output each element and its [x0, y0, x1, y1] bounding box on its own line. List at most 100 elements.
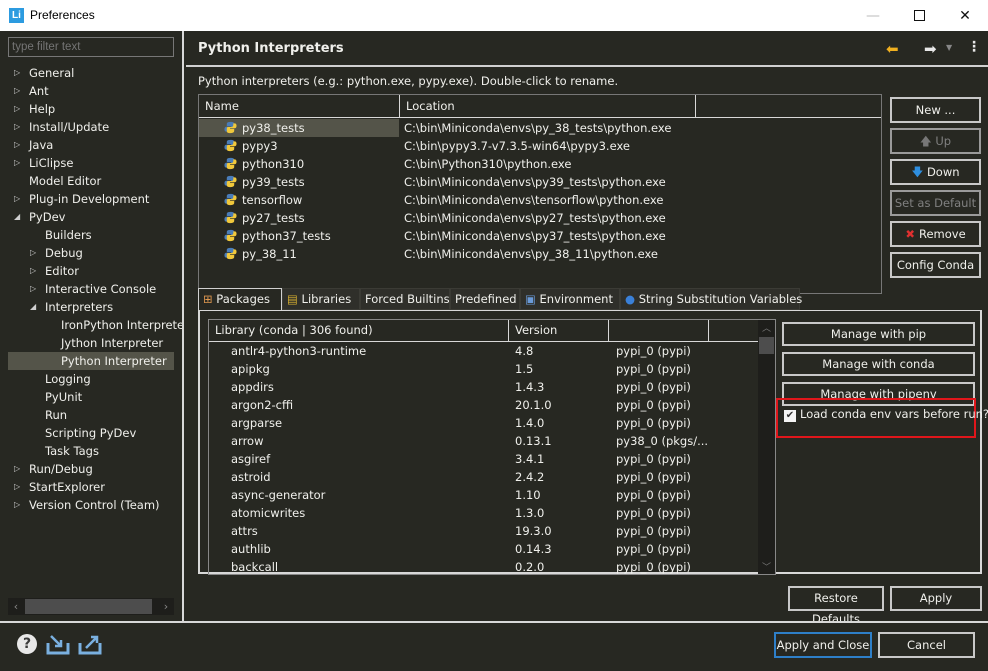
interpreter-row[interactable]: py_38_11 C:\bin\Miniconda\envs\py_38_11\p… [199, 245, 883, 263]
sidebar-item-startexplorer[interactable]: ▷ StartExplorer [0, 478, 182, 496]
maximize-button[interactable] [896, 0, 942, 31]
sidebar-horizontal-scrollbar[interactable]: ‹ › [8, 598, 174, 615]
apply-and-close-button[interactable]: Apply and Close [774, 632, 872, 658]
scrollbar-thumb[interactable] [759, 337, 774, 354]
new-interpreter-button[interactable]: New ... [890, 97, 981, 123]
column-header-source[interactable] [609, 320, 709, 342]
package-row[interactable]: appdirs 1.4.3 pypi_0 (pypi) [209, 378, 760, 396]
cancel-button[interactable]: Cancel [878, 632, 975, 658]
column-header-extra[interactable] [696, 95, 883, 118]
sidebar-item-ant[interactable]: ▷ Ant [0, 82, 182, 100]
package-row[interactable]: apipkg 1.5 pypi_0 (pypi) [209, 360, 760, 378]
tab-string-substitution-variables[interactable]: ● String Substitution Variables [620, 288, 802, 310]
set-as-default-button[interactable]: Set as Default [890, 190, 981, 216]
sidebar-item-editor[interactable]: ▷ Editor [0, 262, 182, 280]
sidebar-item-install-update[interactable]: ▷ Install/Update [0, 118, 182, 136]
sidebar-item-java[interactable]: ▷ Java [0, 136, 182, 154]
package-row[interactable]: antlr4-python3-runtime 4.8 pypi_0 (pypi) [209, 342, 760, 360]
tab-libraries[interactable]: ▤ Libraries [282, 288, 360, 310]
package-row[interactable]: authlib 0.14.3 pypi_0 (pypi) [209, 540, 760, 558]
collapsed-twisty-icon[interactable]: ▷ [14, 478, 24, 496]
tab-environment[interactable]: ▣ Environment [520, 288, 620, 310]
load-conda-env-label[interactable]: Load conda env vars before run? [800, 407, 988, 421]
column-header-location[interactable]: Location [400, 95, 696, 118]
import-icon[interactable] [46, 633, 70, 655]
sidebar-item-general[interactable]: ▷ General [0, 64, 182, 82]
apply-button[interactable]: Apply [890, 586, 982, 611]
menu-icon[interactable]: ⋮ [967, 39, 981, 55]
interpreters-table[interactable]: Name Location py38_tests C:\bin\Miniconda… [198, 94, 882, 294]
minimize-button[interactable]: — [850, 0, 896, 31]
sidebar-item-task-tags[interactable]: Task Tags [0, 442, 182, 460]
dropdown-icon[interactable]: ▼ [946, 43, 952, 52]
close-button[interactable]: ✕ [942, 0, 988, 31]
package-row[interactable]: astroid 2.4.2 pypi_0 (pypi) [209, 468, 760, 486]
sidebar-item-help[interactable]: ▷ Help [0, 100, 182, 118]
collapsed-twisty-icon[interactable]: ▷ [14, 64, 24, 82]
filter-input[interactable] [8, 37, 174, 57]
collapsed-twisty-icon[interactable]: ▷ [30, 244, 40, 262]
packages-table[interactable]: Library (conda | 306 found) Version antl… [208, 319, 776, 575]
forward-arrow-icon[interactable]: ➡ [924, 40, 937, 58]
tab-forced-builtins[interactable]: Forced Builtins [360, 288, 450, 310]
move-down-button[interactable]: 🡇 Down [890, 159, 981, 185]
collapsed-twisty-icon[interactable]: ▷ [14, 190, 24, 208]
sidebar-item-builders[interactable]: Builders [0, 226, 182, 244]
sidebar-item-liclipse[interactable]: ▷ LiClipse [0, 154, 182, 172]
package-row[interactable]: backcall 0.2.0 pypi_0 (pypi) [209, 558, 760, 576]
sidebar-item-run[interactable]: Run [0, 406, 182, 424]
restore-defaults-button[interactable]: Restore Defaults [788, 586, 884, 626]
sidebar-item-pyunit[interactable]: PyUnit [0, 388, 182, 406]
package-row[interactable]: argparse 1.4.0 pypi_0 (pypi) [209, 414, 760, 432]
collapsed-twisty-icon[interactable]: ▷ [14, 118, 24, 136]
collapsed-twisty-icon[interactable]: ▷ [14, 100, 24, 118]
interpreter-row[interactable]: tensorflow C:\bin\Miniconda\envs\tensorfl… [199, 191, 883, 209]
scroll-up-icon[interactable]: ︿ [758, 321, 775, 334]
interpreter-row[interactable]: pypy3 C:\bin\pypy3.7-v7.3.5-win64\pypy3.e… [199, 137, 883, 155]
collapsed-twisty-icon[interactable]: ▷ [14, 460, 24, 478]
tab-predefined[interactable]: Predefined [450, 288, 520, 310]
scroll-right-icon[interactable]: › [158, 598, 174, 615]
sidebar-item-run-debug[interactable]: ▷ Run/Debug [0, 460, 182, 478]
tab-packages[interactable]: ⊞ Packages [198, 288, 282, 311]
scrollbar-thumb[interactable] [25, 599, 152, 614]
sidebar-item-jython-interpreter[interactable]: Jython Interpreter [0, 334, 182, 352]
packages-vertical-scrollbar[interactable]: ︿ ﹀ [758, 320, 775, 574]
collapsed-twisty-icon[interactable]: ▷ [14, 496, 24, 514]
sidebar-item-debug[interactable]: ▷ Debug [0, 244, 182, 262]
sidebar-item-interactive-console[interactable]: ▷ Interactive Console [0, 280, 182, 298]
collapsed-twisty-icon[interactable]: ▷ [30, 262, 40, 280]
back-arrow-icon[interactable]: ⬅ [886, 40, 899, 58]
collapsed-twisty-icon[interactable]: ▷ [14, 154, 24, 172]
manage-with-conda-button[interactable]: Manage with conda [782, 352, 975, 376]
interpreter-row[interactable]: py39_tests C:\bin\Miniconda\envs\py39_tes… [199, 173, 883, 191]
sidebar-item-pydev[interactable]: ◢ PyDev [0, 208, 182, 226]
package-row[interactable]: argon2-cffi 20.1.0 pypi_0 (pypi) [209, 396, 760, 414]
export-icon[interactable] [78, 633, 102, 655]
scroll-down-icon[interactable]: ﹀ [758, 560, 775, 573]
package-row[interactable]: asgiref 3.4.1 pypi_0 (pypi) [209, 450, 760, 468]
help-icon[interactable]: ? [17, 634, 37, 654]
column-header-version[interactable]: Version [509, 320, 609, 342]
sidebar-item-interpreters[interactable]: ◢ Interpreters [0, 298, 182, 316]
collapsed-twisty-icon[interactable]: ▷ [30, 280, 40, 298]
package-row[interactable]: atomicwrites 1.3.0 pypi_0 (pypi) [209, 504, 760, 522]
collapsed-twisty-icon[interactable]: ▷ [14, 82, 24, 100]
load-conda-env-checkbox[interactable]: ✔ [784, 410, 796, 422]
column-header-library[interactable]: Library (conda | 306 found) [209, 320, 509, 342]
config-conda-button[interactable]: Config Conda [890, 252, 981, 278]
package-row[interactable]: arrow 0.13.1 py38_0 (pkgs/... [209, 432, 760, 450]
interpreter-row[interactable]: py38_tests C:\bin\Miniconda\envs\py_38_te… [199, 119, 883, 137]
sidebar-item-version-control-team[interactable]: ▷ Version Control (Team) [0, 496, 182, 514]
package-row[interactable]: attrs 19.3.0 pypi_0 (pypi) [209, 522, 760, 540]
column-header-name[interactable]: Name [199, 95, 400, 118]
sidebar-item-logging[interactable]: Logging [0, 370, 182, 388]
interpreter-row[interactable]: py27_tests C:\bin\Miniconda\envs\py27_tes… [199, 209, 883, 227]
interpreter-row[interactable]: python37_tests C:\bin\Miniconda\envs\py37… [199, 227, 883, 245]
sidebar-item-python-interpreter[interactable]: Python Interpreter [8, 352, 174, 370]
move-up-button[interactable]: 🡅 Up [890, 128, 981, 154]
manage-with-pip-button[interactable]: Manage with pip [782, 322, 975, 346]
scroll-left-icon[interactable]: ‹ [8, 598, 24, 615]
sidebar-item-model-editor[interactable]: Model Editor [0, 172, 182, 190]
sidebar-item-scripting-pydev[interactable]: Scripting PyDev [0, 424, 182, 442]
